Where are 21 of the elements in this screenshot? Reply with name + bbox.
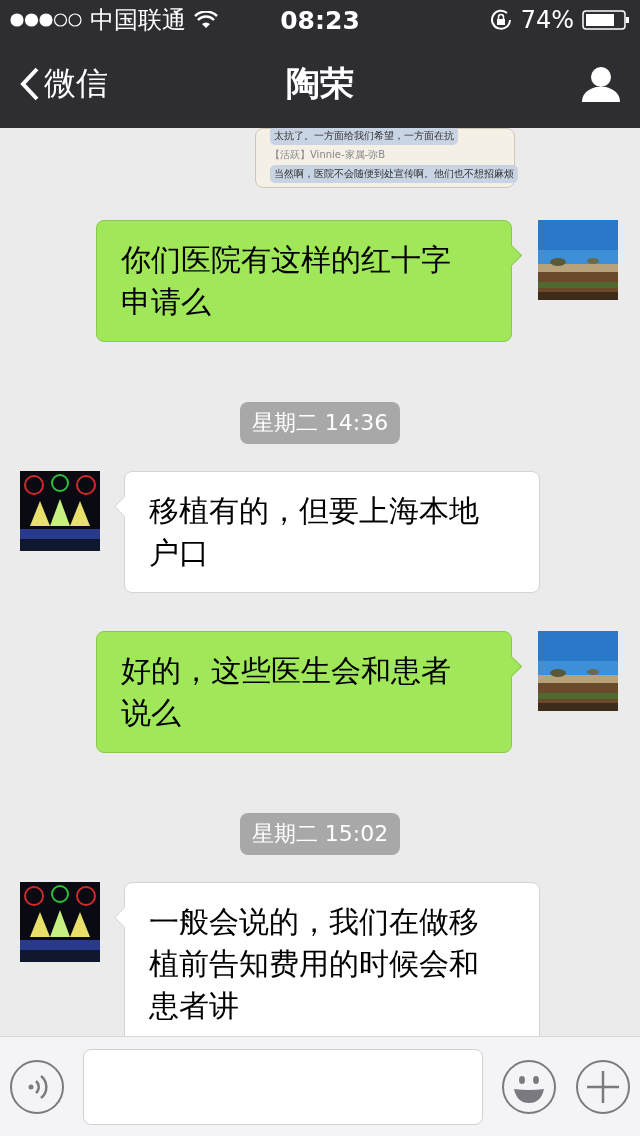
battery-icon	[582, 10, 630, 30]
message-bubble: 当然啊，医院不会随便到处宣传啊。他们也不想招麻烦	[270, 165, 518, 183]
screenshot-image[interactable]: 太抗了。一方面给我们希望，一方面在抗 【活跃】Vinnie-家属-弥B 当然啊，医院不会随便到处宣传啊。他们也不想招麻烦	[255, 128, 515, 188]
wifi-icon	[194, 11, 218, 29]
chat-title: 陶荣	[286, 62, 354, 105]
timestamp: 星期二 15:02	[239, 813, 401, 855]
clock-time: 08:23	[280, 5, 360, 35]
chevron-icon	[20, 67, 40, 101]
message-input[interactable]	[83, 1048, 483, 1125]
profile-icon[interactable]	[582, 66, 620, 102]
signal-icon	[10, 13, 82, 27]
carrier-name: 中国联通	[90, 5, 186, 36]
sender-label: 【活跃】Vinnie-家属-弥B	[270, 148, 387, 162]
voice-icon[interactable]	[9, 1058, 65, 1115]
message-bubble: 太抗了。一方面给我们希望，一方面在抗	[270, 128, 458, 145]
back-button[interactable]: 微信	[20, 62, 108, 106]
emoji-icon[interactable]	[501, 1058, 557, 1115]
rotation-lock-icon	[488, 8, 513, 32]
plus-icon[interactable]	[575, 1058, 631, 1115]
battery-percent: 74%	[520, 6, 574, 34]
timestamp: 星期二 14:36	[239, 402, 401, 444]
